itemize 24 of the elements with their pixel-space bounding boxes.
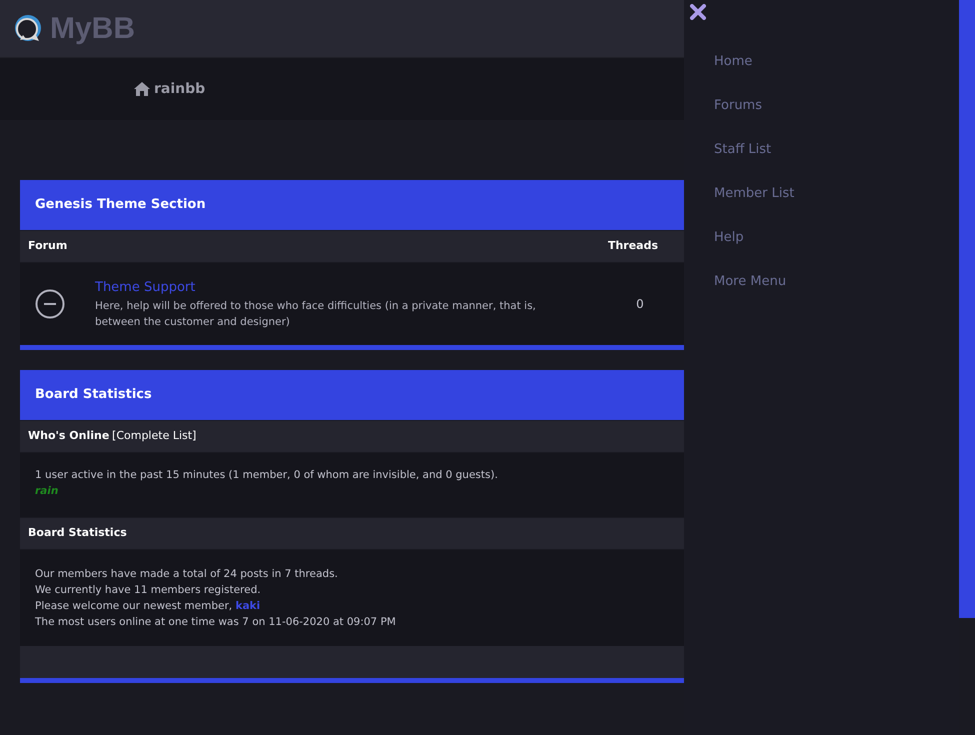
forum-status-icon: [35, 289, 65, 319]
online-summary: 1 user active in the past 15 minutes (1 member, 0 of whom are invisible, and 0 guests).: [35, 468, 499, 483]
column-header: Forum: [28, 238, 68, 254]
breadcrumb-link[interactable]: rainbb: [134, 78, 206, 100]
home-icon: [134, 82, 150, 96]
thread-count: 0: [635, 296, 645, 313]
statistics-line: We currently have 11 members registered.: [35, 583, 262, 598]
complete-list-link[interactable]: [Complete List]: [112, 428, 196, 445]
menu-item[interactable]: Forums: [684, 84, 762, 128]
column-header: Threads: [606, 238, 660, 254]
statistics-line: The most users online at one time was 7 on 11-06-2020 at 09:07 PM: [35, 615, 397, 630]
scrollbar[interactable]: [959, 0, 975, 618]
menu-item[interactable]: Staff List: [684, 128, 772, 172]
close-icon[interactable]: [690, 4, 706, 20]
statistics-line: Our members have made a total of 24 posts in 7 threads.: [35, 567, 339, 582]
site-logo[interactable]: MyBB: [12, 12, 136, 46]
menu-item[interactable]: Home: [684, 40, 752, 84]
member-link[interactable]: kaki: [235, 600, 260, 612]
forum-description: Here, help will be offered to those who face difficulties (in a private manner, that is, between the customer and designer): [95, 298, 537, 330]
section-heading: Who's Online: [28, 428, 110, 444]
menu-item[interactable]: More Menu: [684, 260, 786, 304]
online-user-link[interactable]: rain: [35, 485, 58, 497]
section-heading: Board Statistics: [28, 525, 127, 542]
forum-link[interactable]: Theme Support: [95, 278, 196, 298]
